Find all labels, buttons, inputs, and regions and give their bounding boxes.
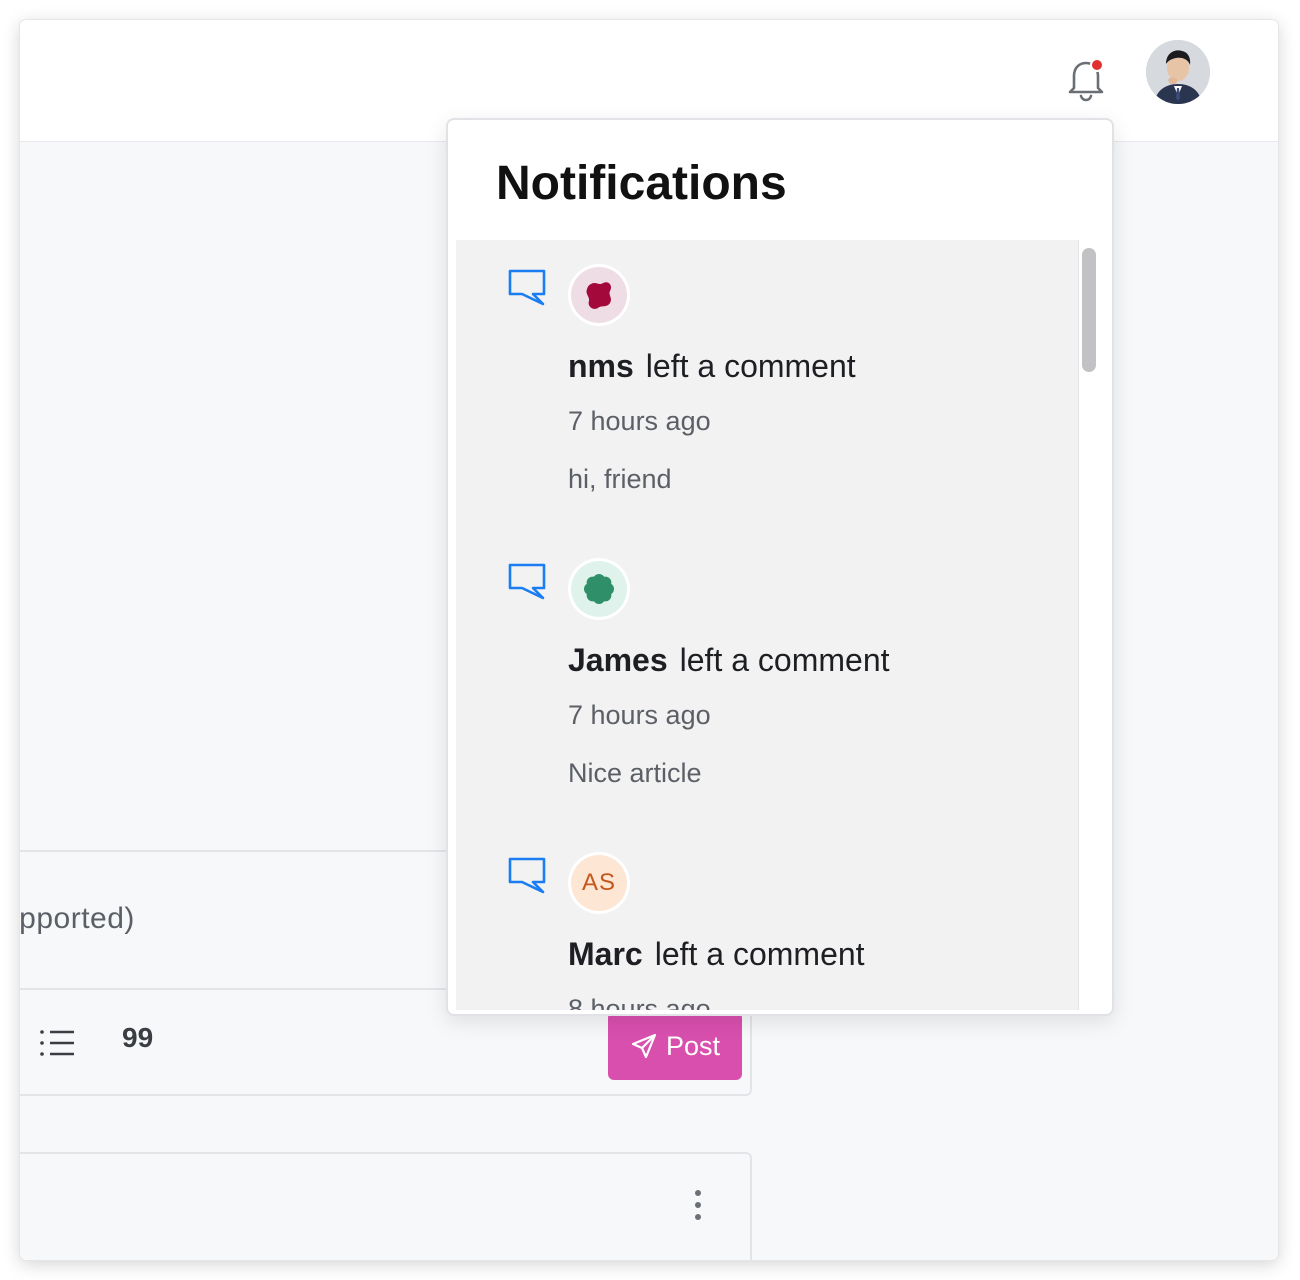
send-icon (631, 1033, 657, 1059)
user-avatar[interactable] (1146, 40, 1210, 104)
editor-placeholder: ipported) (20, 902, 135, 935)
notification-action: left a comment (654, 936, 865, 972)
comment-card (20, 1152, 752, 1260)
notification-time: 8 hours ago (568, 994, 711, 1010)
comment-icon (508, 269, 546, 306)
commenter-avatar (568, 264, 630, 326)
notification-action: left a comment (679, 642, 890, 678)
notification-time: 7 hours ago (568, 700, 711, 730)
notification-time: 7 hours ago (568, 406, 711, 436)
notification-text: nms left a comment (568, 348, 856, 385)
user-photo (1146, 40, 1210, 104)
notifications-popover: Notifications nms left a comment 7 hours a… (446, 118, 1114, 1016)
comment-icon (508, 563, 546, 600)
notification-item[interactable]: AS Marc left a comment 8 hours ago (456, 828, 1078, 1010)
notification-item[interactable]: James left a comment 7 hours ago Nice artic… (456, 534, 1078, 828)
quote-button[interactable]: 99 (122, 1022, 153, 1054)
commenter-name: Marc (568, 936, 643, 972)
bullet-list-button[interactable] (38, 1028, 78, 1058)
notification-text: James left a comment (568, 642, 890, 679)
post-button[interactable]: Post (608, 1012, 742, 1080)
notification-message: Nice article (568, 758, 702, 788)
notifications-list[interactable]: nms left a comment 7 hours ago hi, friend Ja… (456, 240, 1078, 1010)
app-window: ipported) 99 Post Notifications nms left… (20, 20, 1278, 1260)
post-label: Post (665, 1030, 721, 1061)
bullet-list-icon (40, 1030, 74, 1056)
unread-indicator (1090, 58, 1104, 72)
notifications-title: Notifications (496, 157, 787, 210)
notification-message: hi, friend (568, 464, 672, 494)
notification-action: left a comment (645, 348, 856, 384)
avatar-initials: AS (581, 869, 616, 896)
commenter-name: James (568, 642, 668, 678)
commenter-name: nms (568, 348, 634, 384)
comment-icon (508, 857, 546, 894)
commenter-avatar: AS (568, 852, 630, 914)
commenter-avatar (568, 558, 630, 620)
notification-item[interactable]: nms left a comment 7 hours ago hi, friend (456, 240, 1078, 534)
notification-text: Marc left a comment (568, 936, 865, 973)
kebab-menu-button[interactable] (688, 1190, 708, 1230)
scrollbar-thumb[interactable] (1082, 248, 1096, 372)
